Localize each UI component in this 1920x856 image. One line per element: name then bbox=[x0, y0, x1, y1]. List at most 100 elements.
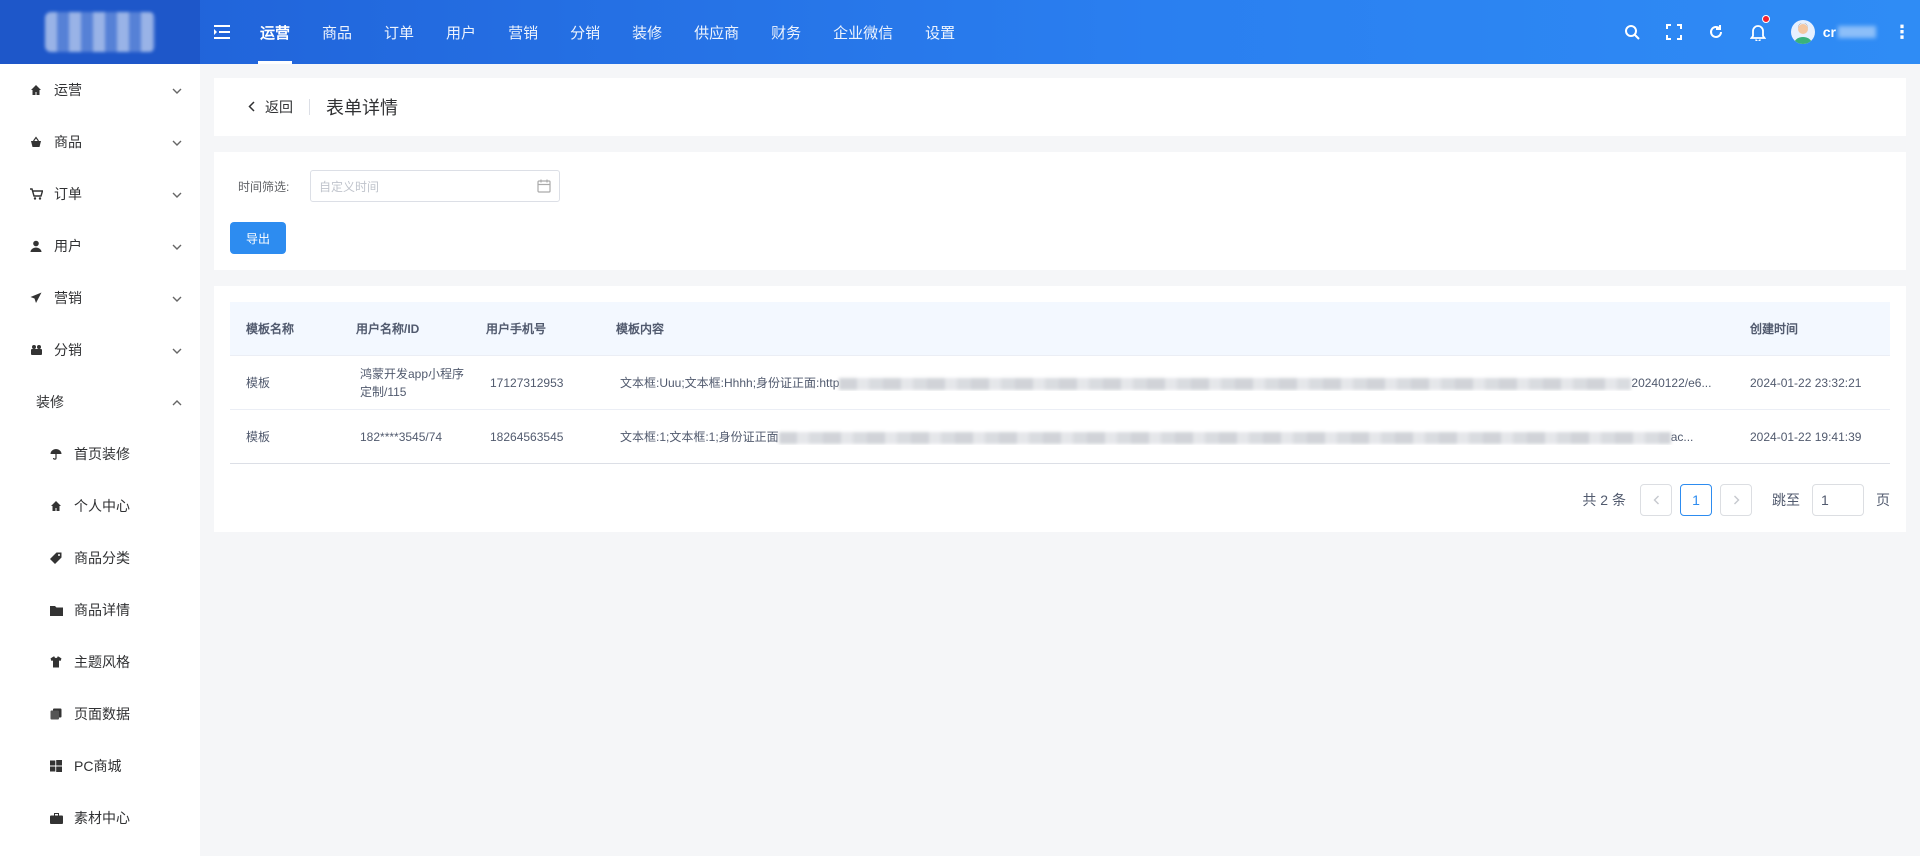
page-title: 表单详情 bbox=[326, 98, 398, 118]
column-header-phone: 用户手机号 bbox=[486, 322, 547, 336]
folder-icon bbox=[48, 605, 64, 616]
topnav-operation[interactable]: 运营 bbox=[244, 0, 306, 64]
chevron-left-icon bbox=[248, 99, 255, 115]
sidebar-item-decoration[interactable]: 装修 bbox=[0, 376, 200, 428]
topnav-distribution[interactable]: 分销 bbox=[554, 0, 616, 64]
sidebar-item-operation[interactable]: 运营 bbox=[0, 64, 200, 116]
content-end: 20240122/e6... bbox=[1631, 376, 1712, 390]
home-icon bbox=[28, 84, 44, 96]
sidebar-item-products[interactable]: 商品 bbox=[0, 116, 200, 168]
windows-icon bbox=[48, 760, 64, 772]
sidebar-subitem-page-data[interactable]: 页面数据 bbox=[0, 688, 200, 740]
sidebar-subitem-label: 素材中心 bbox=[74, 810, 130, 826]
export-button[interactable]: 导出 bbox=[230, 222, 286, 254]
back-button[interactable]: 返回 bbox=[248, 97, 293, 117]
user-menu[interactable]: cr bbox=[1790, 20, 1876, 44]
cell-phone: 17127312953 bbox=[490, 375, 564, 390]
date-range-input[interactable]: 自定义时间 bbox=[310, 170, 560, 202]
bell-icon[interactable] bbox=[1737, 0, 1779, 64]
jump-label: 跳至 bbox=[1772, 492, 1800, 508]
basket-icon bbox=[28, 136, 44, 148]
cell-user: 鸿蒙开发app小程序定制/115 bbox=[360, 366, 465, 399]
sidebar-item-label: 用户 bbox=[54, 238, 82, 254]
sidebar-subitem-label: 页面数据 bbox=[74, 706, 130, 722]
top-right-tools: cr ⋮ bbox=[1611, 0, 1920, 64]
sidebar-subitem-product-detail[interactable]: 商品详情 bbox=[0, 584, 200, 636]
topnav-wecom[interactable]: 企业微信 bbox=[817, 0, 909, 64]
send-icon bbox=[28, 292, 44, 304]
prev-page-button[interactable] bbox=[1640, 484, 1672, 516]
page-1-button[interactable]: 1 bbox=[1680, 484, 1712, 516]
sidebar-subitem-personal-center[interactable]: 个人中心 bbox=[0, 480, 200, 532]
table-row[interactable]: 模板 182****3545/74 18264563545 文本框:1;文本框:… bbox=[230, 410, 1890, 464]
header-divider bbox=[309, 99, 310, 115]
topnav-marketing[interactable]: 营销 bbox=[492, 0, 554, 64]
topnav-settings[interactable]: 设置 bbox=[909, 0, 971, 64]
copy-icon bbox=[48, 708, 64, 720]
pagination: 共 2 条 1 跳至 1 页 bbox=[1582, 484, 1890, 516]
more-vertical-icon[interactable]: ⋮ bbox=[1884, 22, 1920, 43]
chevron-up-icon bbox=[172, 395, 182, 409]
cell-content: 文本框:Uuu;文本框:Hhhh;身份证正面:http 20240122/e6..… bbox=[604, 374, 1742, 391]
sidebar-item-label: 营销 bbox=[54, 290, 82, 306]
sidebar-subitem-label: 商品分类 bbox=[74, 550, 130, 566]
column-header-content: 模板内容 bbox=[616, 322, 665, 336]
next-page-button[interactable] bbox=[1720, 484, 1752, 516]
shirt-icon bbox=[48, 656, 64, 668]
table-row[interactable]: 模板 鸿蒙开发app小程序定制/115 17127312953 文本框:Uuu;… bbox=[230, 356, 1890, 410]
cell-created: 2024-01-22 19:41:39 bbox=[1750, 429, 1862, 444]
cell-phone: 18264563545 bbox=[490, 429, 564, 444]
avatar bbox=[1790, 20, 1815, 44]
cart-icon bbox=[28, 188, 44, 200]
logo[interactable] bbox=[0, 0, 200, 64]
sidebar-subitem-home-decoration[interactable]: 首页装修 bbox=[0, 428, 200, 480]
sidebar-item-distribution[interactable]: 分销 bbox=[0, 324, 200, 376]
sidebar-subitem-theme-style[interactable]: 主题风格 bbox=[0, 636, 200, 688]
chevron-down-icon bbox=[172, 135, 182, 149]
date-placeholder: 自定义时间 bbox=[319, 179, 380, 194]
sidebar-item-label: 装修 bbox=[36, 394, 64, 410]
sidebar-item-label: 订单 bbox=[54, 186, 82, 202]
fullscreen-icon[interactable] bbox=[1653, 0, 1695, 64]
umbrella-icon bbox=[48, 448, 64, 460]
search-icon[interactable] bbox=[1611, 0, 1653, 64]
sidebar-item-marketing[interactable]: 营销 bbox=[0, 272, 200, 324]
cell-user: 182****3545/74 bbox=[360, 429, 443, 444]
pagination-total: 共 2 条 bbox=[1582, 492, 1626, 508]
cell-content: 文本框:1;文本框:1;身份证正面 ac... bbox=[604, 428, 1742, 445]
sidebar-subitem-material-center[interactable]: 素材中心 bbox=[0, 792, 200, 844]
table-panel: 模板名称 用户名称/ID 用户手机号 模板内容 创建时间 模板 鸿蒙开发app小… bbox=[214, 286, 1906, 532]
topnav-orders[interactable]: 订单 bbox=[368, 0, 430, 64]
sidebar-item-orders[interactable]: 订单 bbox=[0, 168, 200, 220]
sidebar-subitem-label: 首页装修 bbox=[74, 446, 130, 462]
content-end: ac... bbox=[1670, 430, 1694, 444]
data-table: 模板名称 用户名称/ID 用户手机号 模板内容 创建时间 模板 鸿蒙开发app小… bbox=[230, 302, 1890, 464]
sidebar-subitem-label: PC商城 bbox=[74, 758, 122, 774]
menu-toggle-icon[interactable] bbox=[200, 25, 244, 39]
chevron-down-icon bbox=[172, 83, 182, 97]
page-suffix: 页 bbox=[1876, 492, 1890, 508]
tag-icon bbox=[48, 552, 64, 564]
topnav-finance[interactable]: 财务 bbox=[755, 0, 817, 64]
jump-page-input[interactable]: 1 bbox=[1812, 484, 1864, 516]
content-start: 文本框:Uuu;文本框:Hhhh;身份证正面:http bbox=[620, 376, 840, 390]
sidebar-subitem-pc-mall[interactable]: PC商城 bbox=[0, 740, 200, 792]
chevron-down-icon bbox=[172, 187, 182, 201]
page-jumper: 跳至 1 页 bbox=[1772, 484, 1890, 516]
sidebar-item-users[interactable]: 用户 bbox=[0, 220, 200, 272]
home-icon bbox=[48, 500, 64, 512]
topnav-users[interactable]: 用户 bbox=[430, 0, 492, 64]
calendar-icon bbox=[537, 179, 551, 196]
topnav-products[interactable]: 商品 bbox=[306, 0, 368, 64]
refresh-icon[interactable] bbox=[1695, 0, 1737, 64]
column-header-template: 模板名称 bbox=[246, 322, 295, 336]
topnav-decoration[interactable]: 装修 bbox=[616, 0, 678, 64]
column-header-user: 用户名称/ID bbox=[356, 321, 420, 336]
topnav-supplier[interactable]: 供应商 bbox=[678, 0, 755, 64]
redacted-content bbox=[778, 431, 1671, 444]
sidebar-subitem-product-category[interactable]: 商品分类 bbox=[0, 532, 200, 584]
cell-template: 模板 bbox=[246, 376, 271, 390]
table-header: 模板名称 用户名称/ID 用户手机号 模板内容 创建时间 bbox=[230, 302, 1890, 356]
logo-image bbox=[45, 12, 155, 52]
top-nav: 运营 商品 订单 用户 营销 分销 装修 供应商 财务 企业微信 设置 bbox=[244, 0, 971, 64]
